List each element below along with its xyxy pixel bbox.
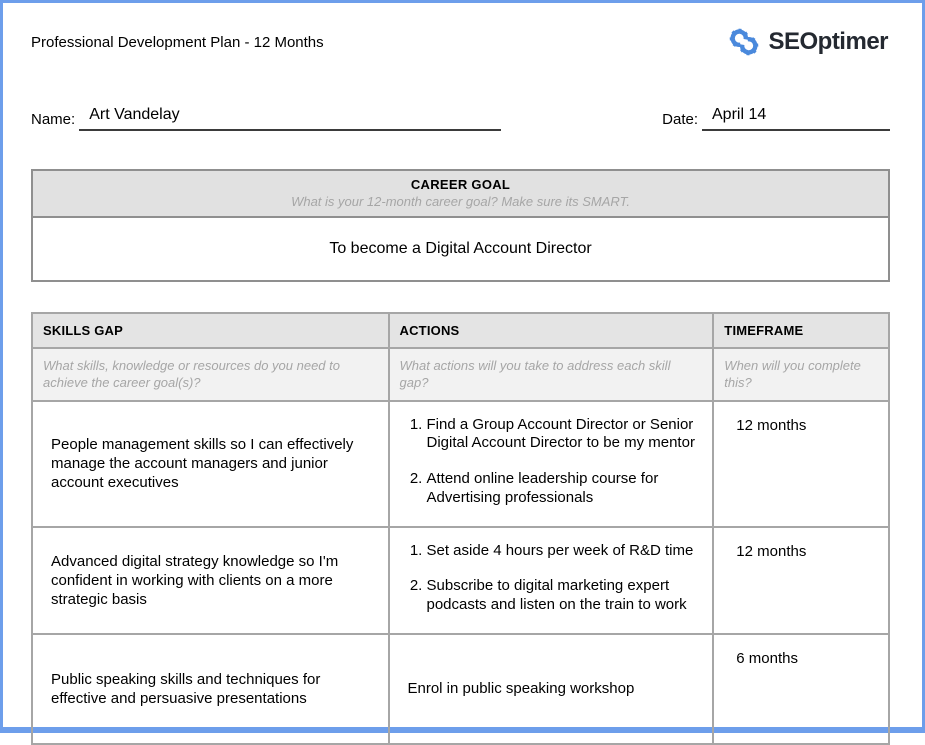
name-date-row: Name: Art Vandelay Date: April 14 <box>31 106 890 131</box>
timeframe-cell[interactable]: 12 months <box>713 527 889 634</box>
career-goal-header: CAREER GOAL What is your 12-month career… <box>33 171 888 218</box>
column-header-skills-gap: SKILLS GAP <box>32 313 389 348</box>
actions-cell[interactable]: Set aside 4 hours per week of R&D time S… <box>389 527 714 634</box>
career-goal-section: CAREER GOAL What is your 12-month career… <box>31 169 890 282</box>
column-subheader-actions: What actions will you take to address ea… <box>389 348 714 401</box>
column-header-actions: ACTIONS <box>389 313 714 348</box>
table-row: People management skills so I can effect… <box>32 401 889 527</box>
action-item: Subscribe to digital marketing expert po… <box>427 577 712 615</box>
page-title: Professional Development Plan - 12 Month… <box>31 34 324 51</box>
gears-sync-icon <box>727 25 761 59</box>
actions-cell[interactable]: Enrol in public speaking workshop <box>389 634 714 744</box>
career-goal-heading: CAREER GOAL <box>33 177 888 192</box>
career-goal-subheading: What is your 12-month career goal? Make … <box>33 194 888 209</box>
skills-gap-cell[interactable]: People management skills so I can effect… <box>32 401 389 527</box>
action-item: Find a Group Account Director or Senior … <box>427 416 712 454</box>
column-subheader-timeframe: When will you complete this? <box>713 348 889 401</box>
action-item: Set aside 4 hours per week of R&D time <box>427 542 712 561</box>
table-subheader-row: What skills, knowledge or resources do y… <box>32 348 889 401</box>
table-header-row: SKILLS GAP ACTIONS TIMEFRAME <box>32 313 889 348</box>
table-row: Advanced digital strategy knowledge so I… <box>32 527 889 634</box>
table-row: Public speaking skills and techniques fo… <box>32 634 889 744</box>
name-field-group: Name: Art Vandelay <box>31 106 501 131</box>
name-value-field[interactable]: Art Vandelay <box>79 106 501 131</box>
document-page: Professional Development Plan - 12 Month… <box>3 3 922 745</box>
column-subheader-skills-gap: What skills, knowledge or resources do y… <box>32 348 389 401</box>
column-header-timeframe: TIMEFRAME <box>713 313 889 348</box>
timeframe-cell[interactable]: 6 months <box>713 634 889 744</box>
document-header: Professional Development Plan - 12 Month… <box>31 25 890 59</box>
action-item: Attend online leadership course for Adve… <box>427 470 712 508</box>
development-plan-table: SKILLS GAP ACTIONS TIMEFRAME What skills… <box>31 312 890 745</box>
date-value-field[interactable]: April 14 <box>702 106 890 131</box>
seoptimer-logo: SEOptimer <box>727 25 888 59</box>
skills-gap-cell[interactable]: Public speaking skills and techniques fo… <box>32 634 389 744</box>
date-field-group: Date: April 14 <box>662 106 890 131</box>
skills-gap-cell[interactable]: Advanced digital strategy knowledge so I… <box>32 527 389 634</box>
career-goal-value[interactable]: To become a Digital Account Director <box>33 218 888 280</box>
actions-cell[interactable]: Find a Group Account Director or Senior … <box>389 401 714 527</box>
timeframe-cell[interactable]: 12 months <box>713 401 889 527</box>
brand-name: SEOptimer <box>768 28 888 56</box>
name-label: Name: <box>31 111 75 131</box>
date-label: Date: <box>662 111 698 131</box>
